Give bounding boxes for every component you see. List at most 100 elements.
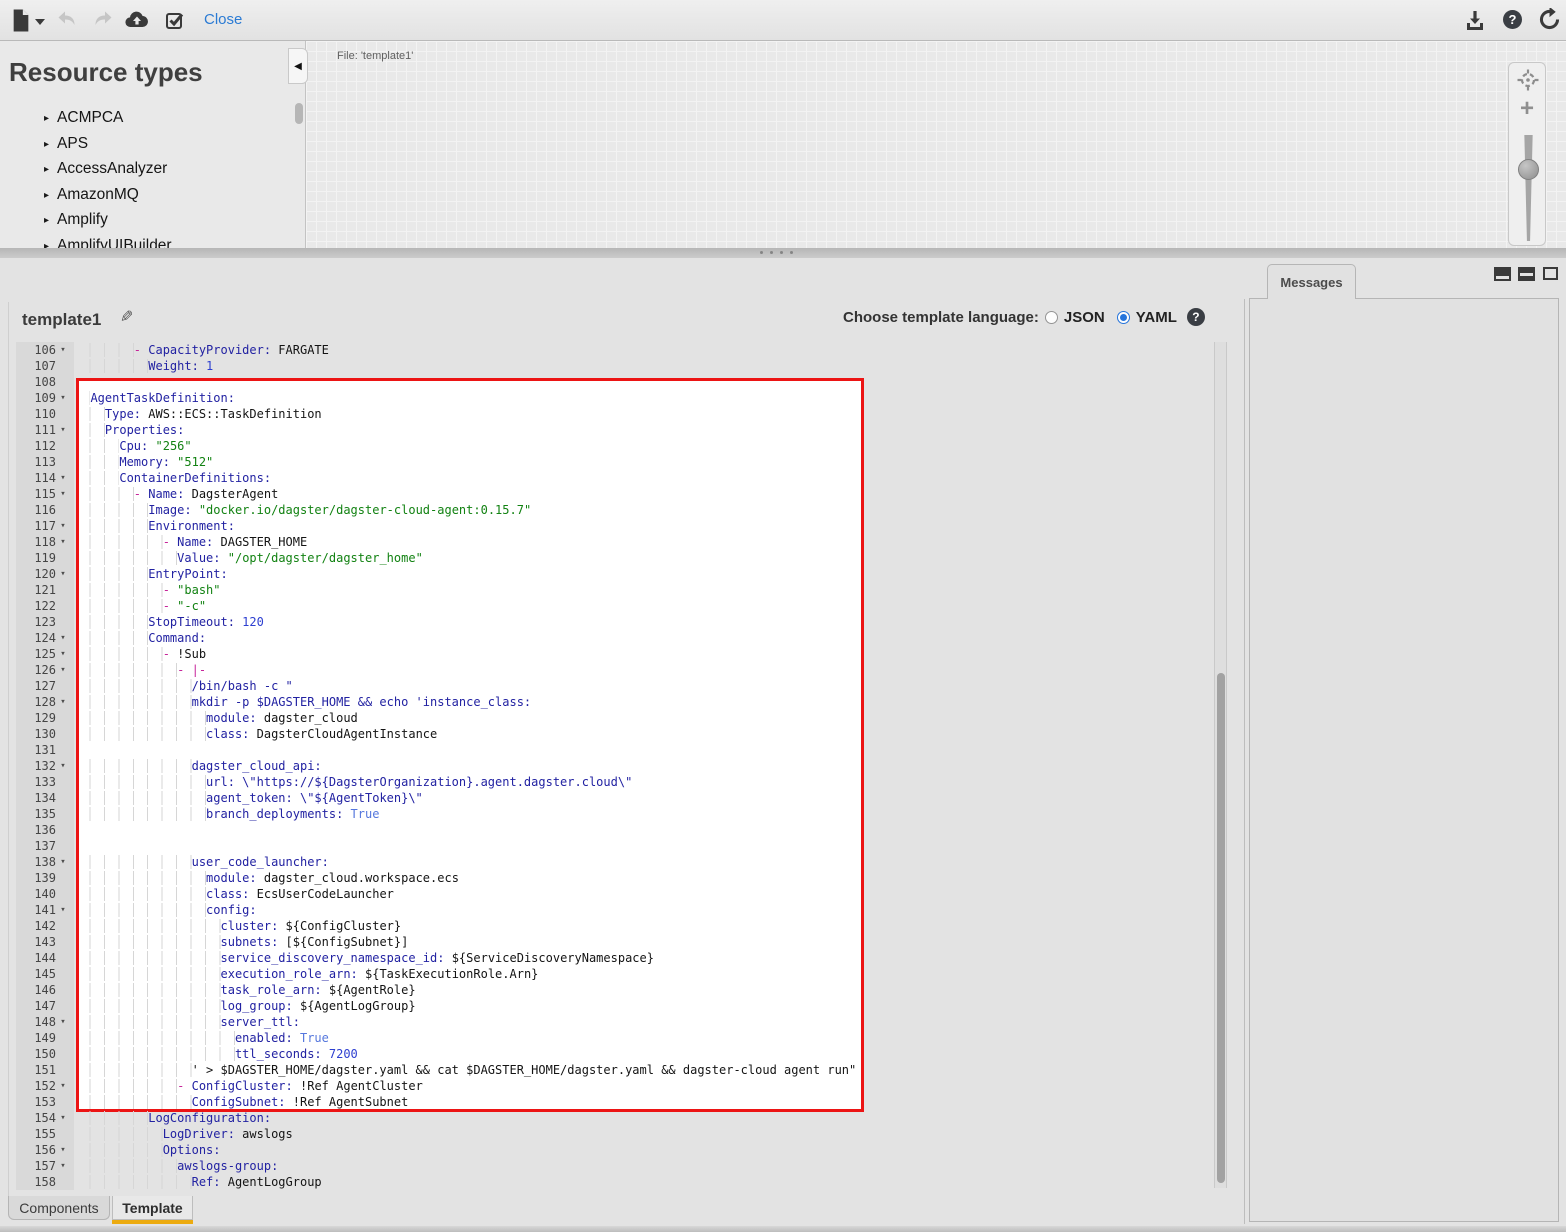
code-text[interactable]: Weight: 1: [74, 358, 213, 374]
code-line[interactable]: 116 Image: "docker.io/dagster/dagster-cl…: [16, 502, 1214, 518]
zoom-in-icon[interactable]: +: [1509, 95, 1545, 123]
yaml-option-label[interactable]: YAML: [1136, 309, 1177, 326]
code-text[interactable]: Options:: [74, 1142, 221, 1158]
fold-toggle-icon[interactable]: ▾: [56, 486, 70, 502]
expand-triangle-icon[interactable]: ▸: [44, 164, 49, 175]
code-text[interactable]: Command:: [74, 630, 206, 646]
code-text[interactable]: dagster_cloud_api:: [74, 758, 322, 774]
undo-icon[interactable]: [56, 8, 80, 32]
help-icon[interactable]: ?: [1503, 10, 1522, 29]
code-line[interactable]: 138▾ user_code_launcher:: [16, 854, 1214, 870]
code-line[interactable]: 144 service_discovery_namespace_id: ${Se…: [16, 950, 1214, 966]
code-text[interactable]: Value: "/opt/dagster/dagster_home": [74, 550, 423, 566]
tab-messages[interactable]: Messages: [1267, 264, 1356, 299]
code-line[interactable]: 134 agent_token: \"${AgentToken}\": [16, 790, 1214, 806]
code-line[interactable]: 147 log_group: ${AgentLogGroup}: [16, 998, 1214, 1014]
code-line[interactable]: 112 Cpu: "256": [16, 438, 1214, 454]
code-line[interactable]: 126▾ - |-: [16, 662, 1214, 678]
fold-toggle-icon[interactable]: ▾: [56, 1110, 70, 1126]
code-text[interactable]: ttl_seconds: 7200: [74, 1046, 358, 1062]
code-line[interactable]: 133 url: \"https://${DagsterOrganization…: [16, 774, 1214, 790]
code-text[interactable]: LogDriver: awslogs: [74, 1126, 293, 1142]
code-text[interactable]: Ref: AgentLogGroup: [74, 1174, 322, 1190]
fold-toggle-icon[interactable]: ▾: [56, 390, 70, 406]
fold-toggle-icon[interactable]: ▾: [56, 662, 70, 678]
code-line[interactable]: 143 subnets: [${ConfigSubnet}]: [16, 934, 1214, 950]
code-text[interactable]: server_ttl:: [74, 1014, 300, 1030]
code-text[interactable]: Cpu: "256": [74, 438, 192, 454]
fold-toggle-icon[interactable]: ▾: [56, 854, 70, 870]
code-line[interactable]: 115▾ - Name: DagsterAgent: [16, 486, 1214, 502]
fold-toggle-icon[interactable]: ▾: [56, 902, 70, 918]
code-text[interactable]: StopTimeout: 120: [74, 614, 264, 630]
code-line[interactable]: 120▾ EntryPoint:: [16, 566, 1214, 582]
fit-to-window-icon[interactable]: [1516, 68, 1540, 92]
resource-type-amplifyuibuilder[interactable]: ▸AmplifyUIBuilder: [44, 236, 172, 248]
code-line[interactable]: 110 Type: AWS::ECS::TaskDefinition: [16, 406, 1214, 422]
code-text[interactable]: mkdir -p $DAGSTER_HOME && echo 'instance…: [74, 694, 531, 710]
code-line[interactable]: 125▾ - !Sub: [16, 646, 1214, 662]
code-line[interactable]: 145 execution_role_arn: ${TaskExecutionR…: [16, 966, 1214, 982]
code-text[interactable]: AgentTaskDefinition:: [74, 390, 235, 406]
code-line[interactable]: 108: [16, 374, 1214, 390]
zoom-slider-handle[interactable]: [1518, 159, 1539, 180]
resource-type-amplify[interactable]: ▸Amplify: [44, 210, 108, 230]
fold-toggle-icon[interactable]: ▾: [56, 1078, 70, 1094]
code-text[interactable]: - !Sub: [74, 646, 206, 662]
refresh-icon[interactable]: [1538, 8, 1562, 32]
expand-triangle-icon[interactable]: ▸: [44, 215, 49, 226]
code-text[interactable]: [74, 374, 76, 390]
code-text[interactable]: [74, 822, 76, 838]
fold-toggle-icon[interactable]: ▾: [56, 534, 70, 550]
code-line[interactable]: 153 ConfigSubnet: !Ref AgentSubnet: [16, 1094, 1214, 1110]
code-line[interactable]: 118▾ - Name: DAGSTER_HOME: [16, 534, 1214, 550]
code-line[interactable]: 156▾ Options:: [16, 1142, 1214, 1158]
code-line[interactable]: 128▾ mkdir -p $DAGSTER_HOME && echo 'ins…: [16, 694, 1214, 710]
code-text[interactable]: awslogs-group:: [74, 1158, 278, 1174]
code-line[interactable]: 148▾ server_ttl:: [16, 1014, 1214, 1030]
layout-canvas-maximized-icon[interactable]: [1543, 267, 1558, 280]
code-line[interactable]: 124▾ Command:: [16, 630, 1214, 646]
code-line[interactable]: 152▾ - ConfigCluster: !Ref AgentCluster: [16, 1078, 1214, 1094]
expand-triangle-icon[interactable]: ▸: [44, 190, 49, 201]
code-text[interactable]: EntryPoint:: [74, 566, 228, 582]
code-line[interactable]: 155 LogDriver: awslogs: [16, 1126, 1214, 1142]
layout-split-view-icon[interactable]: [1518, 267, 1535, 281]
yaml-radio[interactable]: [1117, 311, 1130, 324]
code-text[interactable]: - Name: DagsterAgent: [74, 486, 278, 502]
code-line[interactable]: 157▾ awslogs-group:: [16, 1158, 1214, 1174]
code-text[interactable]: Type: AWS::ECS::TaskDefinition: [74, 406, 322, 422]
code-text[interactable]: task_role_arn: ${AgentRole}: [74, 982, 416, 998]
code-line[interactable]: 136: [16, 822, 1214, 838]
expand-triangle-icon[interactable]: ▸: [44, 139, 49, 150]
code-text[interactable]: LogConfiguration:: [74, 1110, 271, 1126]
code-text[interactable]: - CapacityProvider: FARGATE: [74, 342, 329, 358]
code-text[interactable]: [74, 838, 76, 854]
tab-template[interactable]: Template: [112, 1196, 193, 1220]
code-line[interactable]: 130 class: DagsterCloudAgentInstance: [16, 726, 1214, 742]
code-line[interactable]: 122 - "-c": [16, 598, 1214, 614]
code-line[interactable]: 111▾ Properties:: [16, 422, 1214, 438]
code-line[interactable]: 127 /bin/bash -c ": [16, 678, 1214, 694]
editor-scrollbar-thumb[interactable]: [1217, 673, 1225, 1183]
code-text[interactable]: config:: [74, 902, 257, 918]
code-text[interactable]: branch_deployments: True: [74, 806, 379, 822]
code-line[interactable]: 121 - "bash": [16, 582, 1214, 598]
resource-type-accessanalyzer[interactable]: ▸AccessAnalyzer: [44, 159, 167, 179]
code-line[interactable]: 149 enabled: True: [16, 1030, 1214, 1046]
code-text[interactable]: subnets: [${ConfigSubnet}]: [74, 934, 408, 950]
resource-type-aps[interactable]: ▸APS: [44, 134, 88, 154]
zoom-slider-track[interactable]: [1522, 135, 1535, 241]
code-line[interactable]: 139 module: dagster_cloud.workspace.ecs: [16, 870, 1214, 886]
code-text[interactable]: - "-c": [74, 598, 206, 614]
code-text[interactable]: class: EcsUserCodeLauncher: [74, 886, 394, 902]
code-text[interactable]: ' > $DAGSTER_HOME/dagster.yaml && cat $D…: [74, 1062, 856, 1078]
code-line[interactable]: 154▾ LogConfiguration:: [16, 1110, 1214, 1126]
rename-pencil-icon[interactable]: ✎: [120, 307, 133, 327]
designer-canvas[interactable]: File: 'template1' +: [306, 41, 1566, 248]
code-line[interactable]: 151 ' > $DAGSTER_HOME/dagster.yaml && ca…: [16, 1062, 1214, 1078]
download-icon[interactable]: [1463, 8, 1487, 32]
redo-icon[interactable]: [90, 8, 114, 32]
code-line[interactable]: 146 task_role_arn: ${AgentRole}: [16, 982, 1214, 998]
fold-toggle-icon[interactable]: ▾: [56, 630, 70, 646]
